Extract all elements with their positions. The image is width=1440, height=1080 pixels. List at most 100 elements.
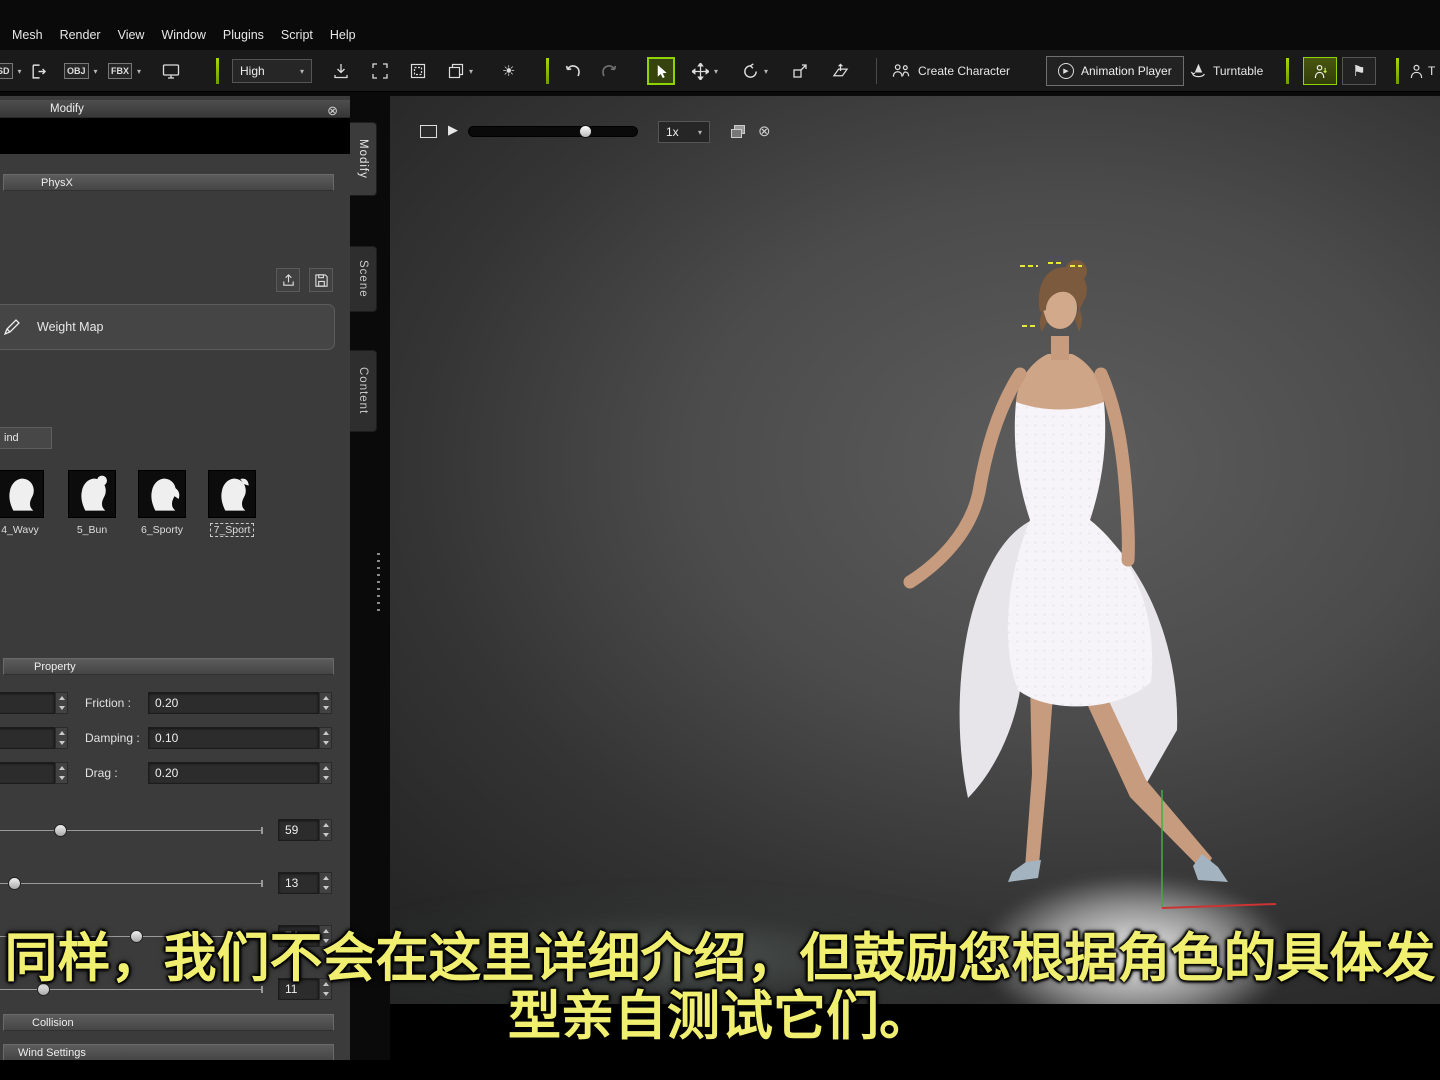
value-spinner[interactable] (319, 872, 332, 894)
move-tool-button[interactable]: ▾ (692, 50, 718, 92)
close-icon[interactable]: ⊗ (327, 103, 338, 119)
slider-track[interactable] (0, 883, 262, 884)
cut-value-field[interactable] (0, 727, 55, 749)
damping-field[interactable]: 0.10 (148, 727, 319, 749)
turntable-button[interactable]: Turntable (1190, 50, 1263, 92)
undo-button[interactable] (564, 50, 582, 92)
import-button[interactable] (333, 50, 349, 92)
spinner-up[interactable] (320, 693, 331, 703)
tab-content[interactable]: Content (350, 350, 377, 432)
layers-button[interactable]: ▾ (448, 50, 473, 92)
lighting-button[interactable]: ☀ (502, 50, 515, 92)
value-spinner[interactable] (319, 819, 332, 841)
cut-value-field[interactable] (0, 692, 55, 714)
damping-label: Damping : (85, 731, 140, 745)
spinner-up[interactable] (56, 728, 67, 738)
fullscreen-button[interactable] (372, 50, 388, 92)
panel-resize-handle[interactable] (377, 553, 380, 613)
right-truncated-button[interactable]: T (1410, 50, 1435, 92)
value-spinner[interactable] (55, 692, 68, 714)
spinner-down[interactable] (320, 830, 331, 840)
menu-render[interactable]: Render (60, 28, 101, 42)
quality-dropdown[interactable]: High ▾ (232, 50, 312, 92)
save-preset-button[interactable] (309, 268, 333, 292)
animation-player-button[interactable]: ▶ Animation Player (1046, 50, 1184, 92)
spinner-down[interactable] (320, 883, 331, 893)
playback-speed-dropdown[interactable]: 1x ▾ (658, 121, 710, 143)
slider-value-field[interactable]: 59 (278, 819, 319, 841)
property-row-drag: Drag : 0.20 (0, 762, 350, 786)
menu-help[interactable]: Help (330, 28, 356, 42)
preview-button[interactable] (162, 50, 180, 92)
spinner-down[interactable] (320, 738, 331, 748)
spinner-down[interactable] (320, 773, 331, 783)
slider-handle[interactable] (8, 877, 21, 890)
create-character-button[interactable]: Create Character (892, 50, 1010, 92)
export-button[interactable] (30, 50, 47, 92)
value-spinner[interactable] (55, 762, 68, 784)
menu-mesh[interactable]: Mesh (12, 28, 43, 42)
slider-handle[interactable] (54, 824, 67, 837)
section-physx[interactable]: PhysX (3, 174, 334, 191)
rotate-tool-button[interactable]: ▾ (742, 50, 768, 92)
character-pose-button[interactable] (1303, 50, 1337, 92)
hair-item-5-bun[interactable]: 5_Bun (60, 470, 124, 538)
spinner-up[interactable] (320, 728, 331, 738)
save-icon (314, 273, 328, 287)
slider-value-field[interactable]: 13 (278, 872, 319, 894)
tab-modify[interactable]: Modify (350, 122, 377, 196)
spinner-up[interactable] (320, 820, 331, 830)
duplicate-view-button[interactable] (730, 124, 746, 145)
hair-thumbnail (138, 470, 186, 518)
spinner-up[interactable] (320, 763, 331, 773)
value-spinner[interactable] (319, 692, 332, 714)
panel-title-bar[interactable]: Modify ⊗ (0, 100, 350, 118)
export-preset-button[interactable] (276, 268, 300, 292)
spinner-down[interactable] (56, 773, 67, 783)
spinner-down[interactable] (56, 703, 67, 713)
wind-tab[interactable]: ind (0, 427, 52, 449)
hair-item-6-sporty[interactable]: 6_Sporty (130, 470, 194, 538)
spinner-down[interactable] (56, 738, 67, 748)
menu-plugins[interactable]: Plugins (223, 28, 264, 42)
close-timeline-button[interactable]: ⊗ (758, 122, 771, 140)
flag-button[interactable]: ⚑ (1342, 50, 1376, 92)
obj-export-button[interactable]: OBJ ▾ (64, 50, 98, 92)
usd-export-button[interactable]: SD ▾ (0, 50, 22, 92)
property-row-friction: Friction : 0.20 (0, 692, 350, 716)
select-tool-button[interactable] (647, 50, 675, 92)
drag-field[interactable]: 0.20 (148, 762, 319, 784)
cut-value-field[interactable] (0, 762, 55, 784)
canvas-size-button[interactable] (410, 50, 426, 92)
animation-player-label: Animation Player (1081, 64, 1172, 78)
weight-map-button[interactable]: Weight Map (0, 304, 335, 350)
menu-script[interactable]: Script (281, 28, 313, 42)
marquee-icon[interactable] (420, 125, 437, 138)
spinner-down[interactable] (320, 703, 331, 713)
section-property[interactable]: Property (3, 658, 334, 675)
value-spinner[interactable] (319, 727, 332, 749)
menu-view[interactable]: View (118, 28, 145, 42)
value-spinner[interactable] (55, 727, 68, 749)
character-model[interactable] (880, 252, 1280, 922)
chevron-down-icon: ▾ (764, 66, 769, 76)
slider-track[interactable] (0, 830, 262, 831)
timeline-slider-handle[interactable] (579, 125, 592, 138)
menu-window[interactable]: Window (161, 28, 205, 42)
value-spinner[interactable] (319, 762, 332, 784)
fbx-export-button[interactable]: FBX ▾ (108, 50, 141, 92)
scale-tool-button[interactable] (792, 50, 808, 92)
hair-item-7-sport[interactable]: 7_Sport (200, 470, 264, 538)
play-button[interactable]: ▶ (448, 122, 458, 138)
spinner-up[interactable] (320, 873, 331, 883)
friction-field[interactable]: 0.20 (148, 692, 319, 714)
menu-bar: Mesh Render View Window Plugins Script H… (0, 24, 1440, 46)
hair-item-4-wavy[interactable]: 4_Wavy (0, 470, 52, 538)
spinner-up[interactable] (56, 693, 67, 703)
tab-scene[interactable]: Scene (350, 246, 377, 312)
timeline-slider[interactable] (468, 126, 638, 137)
hair-item-label-selected: 7_Sport (209, 523, 255, 537)
redo-button[interactable] (600, 50, 618, 92)
plane-tool-button[interactable] (832, 50, 849, 92)
spinner-up[interactable] (56, 763, 67, 773)
